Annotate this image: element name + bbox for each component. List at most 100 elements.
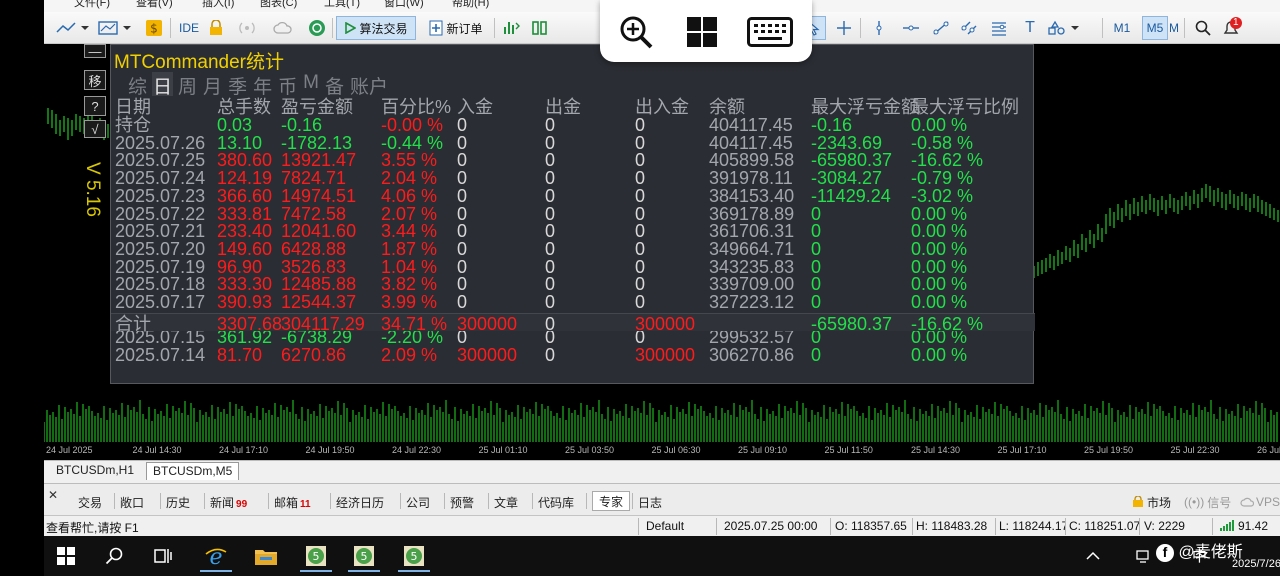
cloud-icon[interactable] xyxy=(272,16,294,40)
timeframe-m1[interactable]: M1 xyxy=(1110,16,1134,40)
market-watch-icon[interactable] xyxy=(306,16,328,40)
toolbox-tab-6[interactable]: 公司 xyxy=(406,492,430,512)
toolbox-tab-10[interactable]: 专家 xyxy=(592,491,631,511)
one-click-trading-icon[interactable] xyxy=(500,16,522,40)
trendline-icon[interactable] xyxy=(930,16,952,40)
toolbox-tab-label: 文章 xyxy=(494,495,519,510)
toolbox-tab-0[interactable]: 交易 xyxy=(78,492,102,512)
search-taskbar-button[interactable] xyxy=(92,540,136,572)
toolbox-tab-2[interactable]: 历史 xyxy=(166,492,190,512)
windows-logo-icon[interactable] xyxy=(682,14,722,50)
bar-high: H: 118483.28 xyxy=(916,519,988,533)
shapes-icon[interactable] xyxy=(1046,16,1082,40)
confirm-panel-button[interactable]: √ xyxy=(84,120,106,138)
time-tick: 25 Jul 03:50 xyxy=(565,445,615,455)
toolbox-tab-8[interactable]: 文章 xyxy=(494,492,518,512)
total-pct: 34.71 % xyxy=(381,314,448,334)
toolbox-tab-4[interactable]: 邮箱 11 xyxy=(274,492,311,512)
dollar-icon[interactable]: $ xyxy=(142,16,166,40)
depth-of-market-icon[interactable] xyxy=(528,16,552,40)
panel-tab-4[interactable]: 季 xyxy=(227,72,248,98)
timeframe-m5[interactable]: M5 xyxy=(1142,16,1168,40)
search-icon[interactable] xyxy=(1192,16,1214,40)
menu-tools[interactable]: 工具(T) xyxy=(324,0,360,10)
algo-trading-button[interactable]: 算法交易 xyxy=(336,16,416,40)
toolbox-tab-3[interactable]: 新闻 99 xyxy=(210,492,247,512)
algo-trading-label: 算法交易 xyxy=(359,21,408,36)
market-tab[interactable]: 市场 xyxy=(1132,492,1171,512)
mtcommander-stats-panel: MTCommander统计 综日周月季年币 M 备账户 日期 总手数 盈亏金额 百分比% 入… xyxy=(110,44,1035,384)
time-axis: 24 Jul 2025 24 Jul 14:30 24 Jul 17:10 24 Ju… xyxy=(44,444,1280,460)
cell-pnl: 6270.86 xyxy=(281,345,347,366)
tray-overflow-button[interactable] xyxy=(1078,540,1108,572)
taskbar-mt5-3[interactable]: 5 xyxy=(392,540,436,572)
panel-tab-9[interactable]: 账户 xyxy=(349,72,389,98)
crosshair-icon[interactable] xyxy=(832,16,856,40)
toolbox-tab-1[interactable]: 敞口 xyxy=(120,492,144,512)
text-tool-icon[interactable]: T xyxy=(1020,16,1040,40)
toolbox-tab-11[interactable]: 日志 xyxy=(638,492,662,512)
timeframe-more[interactable]: M xyxy=(1168,16,1180,40)
panel-tab-0[interactable]: 综 xyxy=(127,72,148,98)
panel-tab-3[interactable]: 月 xyxy=(202,72,223,98)
chevron-up-icon xyxy=(1086,551,1100,560)
zoom-in-icon[interactable] xyxy=(616,14,656,50)
notifications-icon[interactable]: 1 xyxy=(1220,16,1244,40)
menu-file[interactable]: 文件(F) xyxy=(74,0,110,10)
time-tick: 25 Jul 06:30 xyxy=(651,445,701,455)
metatrader-icon: 5 xyxy=(306,546,326,566)
panel-tab-8[interactable]: 备 xyxy=(324,72,345,98)
lock-icon[interactable] xyxy=(206,16,226,40)
cell-balance: 306270.86 xyxy=(709,345,795,366)
chart-type-icon[interactable] xyxy=(54,16,90,40)
new-order-button[interactable]: 新订单 xyxy=(422,16,490,40)
table-total-row: 合计 3307.68 304117.29 34.71 % 300000 0 300000 -6… xyxy=(111,313,1035,334)
chart-tab-btcusdm-h1[interactable]: BTCUSDm,H1 xyxy=(50,462,140,480)
menu-window[interactable]: 窗口(W) xyxy=(384,0,424,10)
panel-tab-6[interactable]: 币 xyxy=(277,72,298,98)
profile-name: Default xyxy=(646,519,685,533)
panel-title: MTCommander统计 xyxy=(114,52,284,73)
network-tray-icon[interactable] xyxy=(1132,540,1158,572)
cell-maxdd: 0 xyxy=(811,345,822,366)
toolbox-tab-7[interactable]: 预警 xyxy=(450,492,474,512)
taskbar-mt5-2[interactable]: 5 xyxy=(342,540,386,572)
taskbar-file-explorer[interactable] xyxy=(244,540,288,572)
start-button[interactable] xyxy=(44,540,88,572)
price-chart[interactable]: — 移 ? √ V 5.16 MTCommander统计 综日周月季年币 M 备账户… xyxy=(44,44,1280,460)
menu-charts[interactable]: 图表(C) xyxy=(260,0,297,10)
toolbox-tab-5[interactable]: 经济日历 xyxy=(336,492,384,512)
panel-tab-2[interactable]: 周 xyxy=(177,72,198,98)
channel-icon[interactable] xyxy=(958,16,980,40)
menu-help[interactable]: 帮助(H) xyxy=(452,0,489,10)
signal-icon[interactable] xyxy=(236,16,258,40)
vertical-line-icon[interactable] xyxy=(868,16,890,40)
task-view-button[interactable] xyxy=(140,540,184,572)
chart-tab-btcusdm-m5[interactable]: BTCUSDm,M5 xyxy=(146,462,240,480)
help-panel-button[interactable]: ? xyxy=(84,96,106,116)
taskbar-ie[interactable]: e xyxy=(194,540,238,572)
toolbox-tab-label: 代码库 xyxy=(538,495,575,510)
header-cell: 入金 xyxy=(457,97,493,117)
horizontal-line-icon[interactable] xyxy=(900,16,922,40)
ide-button[interactable]: IDE xyxy=(176,16,202,40)
fibonacci-icon[interactable] xyxy=(988,16,1010,40)
close-toolbox-icon[interactable]: ✕ xyxy=(48,488,58,502)
minimize-panel-button[interactable]: — xyxy=(84,44,106,59)
signals-tab[interactable]: ((•)) 信号 xyxy=(1184,492,1231,512)
toolbox-tab-9[interactable]: 代码库 xyxy=(538,492,574,512)
menu-insert[interactable]: 插入(I) xyxy=(202,0,234,10)
candles-right xyxy=(1033,184,1279,278)
panel-tab-7[interactable]: M xyxy=(302,72,320,96)
menu-view[interactable]: 查看(V) xyxy=(136,0,173,10)
toolbox-tab-label: 历史 xyxy=(166,495,191,510)
panel-tab-1[interactable]: 日 xyxy=(152,72,174,98)
cell-maxddpct: 0.00 % xyxy=(911,345,968,366)
indicators-icon[interactable] xyxy=(96,16,134,40)
taskbar-mt5-1[interactable]: 5 xyxy=(294,540,338,572)
move-panel-button[interactable]: 移 xyxy=(84,70,106,90)
time-tick: 25 Jul 17:10 xyxy=(997,445,1047,455)
vps-tab[interactable]: VPS xyxy=(1240,492,1280,512)
panel-tab-5[interactable]: 年 xyxy=(252,72,273,98)
keyboard-icon[interactable] xyxy=(744,14,796,50)
